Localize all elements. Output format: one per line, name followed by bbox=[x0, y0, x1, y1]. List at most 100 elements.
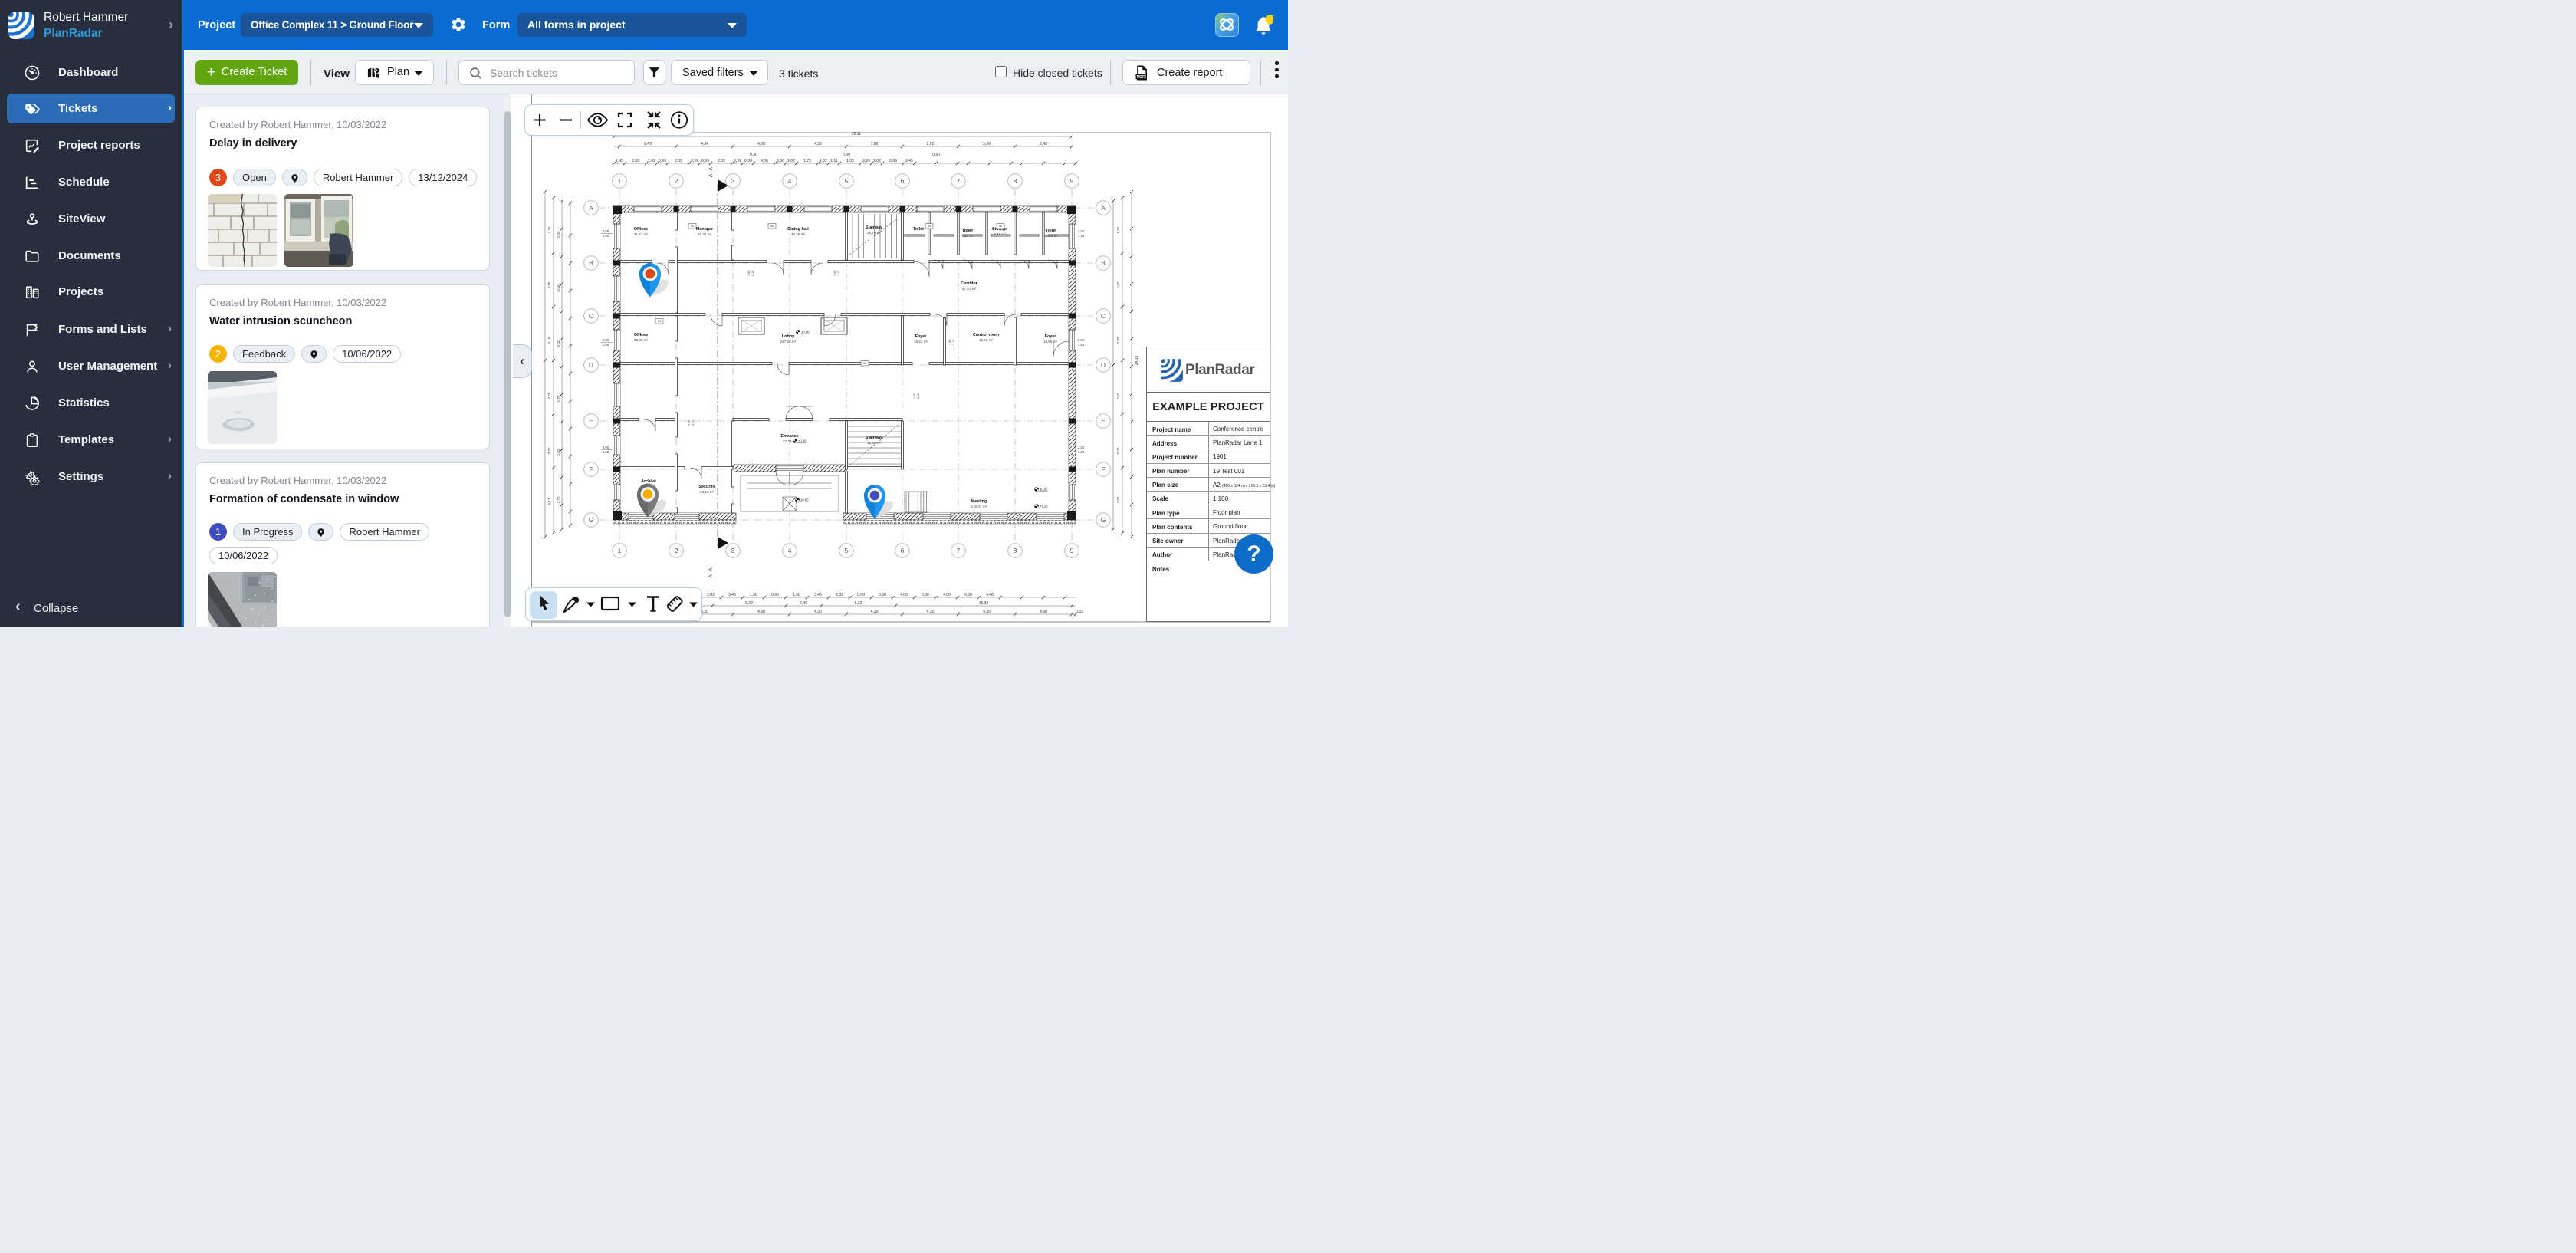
svg-text:±0,00: ±0,00 bbox=[1040, 488, 1048, 492]
svg-text:B: B bbox=[589, 259, 593, 267]
svg-text:1,50: 1,50 bbox=[1078, 343, 1085, 347]
svg-text:2,49: 2,49 bbox=[644, 142, 652, 146]
svg-text:Meeting: Meeting bbox=[971, 499, 987, 504]
svg-text:1,02: 1,02 bbox=[820, 159, 827, 163]
svg-text:2,02: 2,02 bbox=[787, 159, 795, 163]
svg-text:D: D bbox=[1101, 361, 1106, 369]
svg-text:4: 4 bbox=[788, 547, 792, 554]
svg-text:4,30: 4,30 bbox=[814, 610, 822, 614]
svg-text:00: 00 bbox=[928, 225, 931, 228]
svg-text:0,30: 0,30 bbox=[879, 593, 886, 597]
svg-text:1: 1 bbox=[618, 177, 622, 185]
svg-text:1,00: 1,00 bbox=[748, 271, 751, 276]
svg-text:4,00: 4,00 bbox=[547, 392, 551, 399]
svg-text:00: 00 bbox=[863, 362, 866, 365]
svg-text:3,46: 3,46 bbox=[728, 593, 736, 597]
svg-text:2,00: 2,00 bbox=[603, 446, 610, 449]
svg-text:0,99: 0,99 bbox=[889, 159, 897, 163]
svg-text:47,51 m²: 47,51 m² bbox=[962, 287, 977, 291]
svg-text:2,02: 2,02 bbox=[1116, 281, 1120, 288]
svg-text:Toilet: Toilet bbox=[913, 227, 924, 232]
svg-text:0,30: 0,30 bbox=[777, 159, 784, 163]
svg-text:4,00: 4,00 bbox=[547, 281, 551, 288]
svg-text:16,56 m²: 16,56 m² bbox=[1044, 234, 1059, 238]
svg-text:8: 8 bbox=[1014, 177, 1017, 185]
svg-text:0,36: 0,36 bbox=[922, 593, 929, 597]
svg-text:2,10: 2,10 bbox=[837, 271, 840, 276]
svg-text:1,50: 1,50 bbox=[603, 450, 610, 454]
svg-text:A: A bbox=[589, 204, 593, 212]
svg-text:1,50: 1,50 bbox=[1078, 450, 1085, 454]
svg-text:2,00: 2,00 bbox=[1078, 229, 1085, 233]
svg-text:A - A: A - A bbox=[709, 167, 714, 177]
svg-text:2,46: 2,46 bbox=[800, 601, 807, 606]
svg-text:2,02: 2,02 bbox=[557, 231, 560, 238]
svg-text:Dining hall: Dining hall bbox=[787, 227, 809, 232]
svg-text:Manager: Manager bbox=[696, 227, 714, 232]
svg-text:2,02: 2,02 bbox=[707, 593, 715, 597]
svg-text:4,30: 4,30 bbox=[757, 610, 765, 614]
svg-text:15,38: 15,38 bbox=[979, 601, 989, 606]
svg-text:2,02: 2,02 bbox=[557, 449, 560, 455]
svg-text:C: C bbox=[589, 312, 593, 320]
svg-text:C: C bbox=[1101, 312, 1106, 320]
svg-text:2: 2 bbox=[675, 547, 678, 554]
svg-text:7,86: 7,86 bbox=[871, 142, 879, 146]
svg-text:F: F bbox=[589, 465, 593, 473]
svg-text:197,22 m²: 197,22 m² bbox=[780, 340, 797, 344]
svg-text:0,99: 0,99 bbox=[691, 159, 698, 163]
svg-text:2,00: 2,00 bbox=[603, 229, 610, 233]
svg-text:0,30: 0,30 bbox=[750, 153, 757, 157]
svg-text:7,48 m²: 7,48 m² bbox=[994, 232, 1006, 236]
svg-text:Archive: Archive bbox=[641, 479, 656, 484]
svg-text:0,30: 0,30 bbox=[843, 153, 850, 157]
svg-text:Foyer: Foyer bbox=[915, 334, 928, 339]
svg-text:4,30: 4,30 bbox=[757, 142, 765, 146]
svg-text:8: 8 bbox=[1014, 547, 1017, 554]
svg-text:+1,25: +1,25 bbox=[1040, 505, 1048, 508]
svg-text:2,10: 2,10 bbox=[751, 271, 754, 276]
svg-text:0,99: 0,99 bbox=[863, 159, 870, 163]
svg-text:0,30: 0,30 bbox=[932, 153, 940, 157]
svg-text:15,31 m²: 15,31 m² bbox=[698, 232, 712, 236]
svg-text:7: 7 bbox=[957, 547, 961, 554]
svg-text:Security: Security bbox=[698, 485, 715, 489]
svg-text:2,03: 2,03 bbox=[632, 159, 639, 163]
svg-text:9: 9 bbox=[1070, 177, 1074, 185]
svg-text:Toilet: Toilet bbox=[962, 229, 973, 233]
svg-text:1,02: 1,02 bbox=[648, 159, 656, 163]
svg-text:B: B bbox=[1101, 259, 1106, 267]
svg-text:0,99: 0,99 bbox=[659, 159, 666, 163]
svg-text:0,45: 0,45 bbox=[905, 159, 913, 163]
svg-text:F: F bbox=[1101, 465, 1105, 473]
svg-text:2: 2 bbox=[675, 177, 678, 185]
svg-text:0,99: 0,99 bbox=[857, 593, 865, 597]
svg-text:00: 00 bbox=[691, 225, 694, 228]
svg-text:4,00: 4,00 bbox=[1116, 496, 1120, 503]
svg-text:2,00: 2,00 bbox=[603, 338, 610, 342]
svg-text:4,30: 4,30 bbox=[1040, 610, 1047, 614]
svg-text:1,00: 1,00 bbox=[833, 271, 836, 276]
svg-text:3: 3 bbox=[731, 547, 735, 554]
svg-text:±0,00: ±0,00 bbox=[801, 331, 810, 334]
svg-text:A - A: A - A bbox=[709, 568, 714, 578]
svg-text:4,16: 4,16 bbox=[547, 337, 551, 344]
svg-text:14,56 m²: 14,56 m² bbox=[1043, 340, 1058, 344]
svg-text:1,00: 1,00 bbox=[913, 393, 916, 399]
svg-text:1,50: 1,50 bbox=[750, 593, 757, 597]
svg-text:6: 6 bbox=[901, 177, 905, 185]
svg-text:7,50 m²: 7,50 m² bbox=[961, 234, 974, 238]
svg-text:Offices: Offices bbox=[634, 227, 648, 232]
svg-text:00: 00 bbox=[658, 320, 661, 323]
svg-text:31,24 m²: 31,24 m² bbox=[634, 232, 649, 236]
svg-text:5: 5 bbox=[845, 547, 849, 554]
svg-text:1,00: 1,00 bbox=[948, 340, 951, 345]
svg-text:0,70: 0,70 bbox=[1116, 447, 1120, 454]
svg-text:4,30: 4,30 bbox=[871, 610, 879, 614]
svg-text:Control room: Control room bbox=[973, 333, 999, 337]
svg-text:4,00: 4,00 bbox=[761, 159, 768, 163]
svg-text:0,99: 0,99 bbox=[734, 159, 741, 163]
svg-text:4: 4 bbox=[788, 177, 792, 185]
svg-text:2,33: 2,33 bbox=[547, 226, 551, 233]
svg-text:3,95: 3,95 bbox=[927, 142, 935, 146]
